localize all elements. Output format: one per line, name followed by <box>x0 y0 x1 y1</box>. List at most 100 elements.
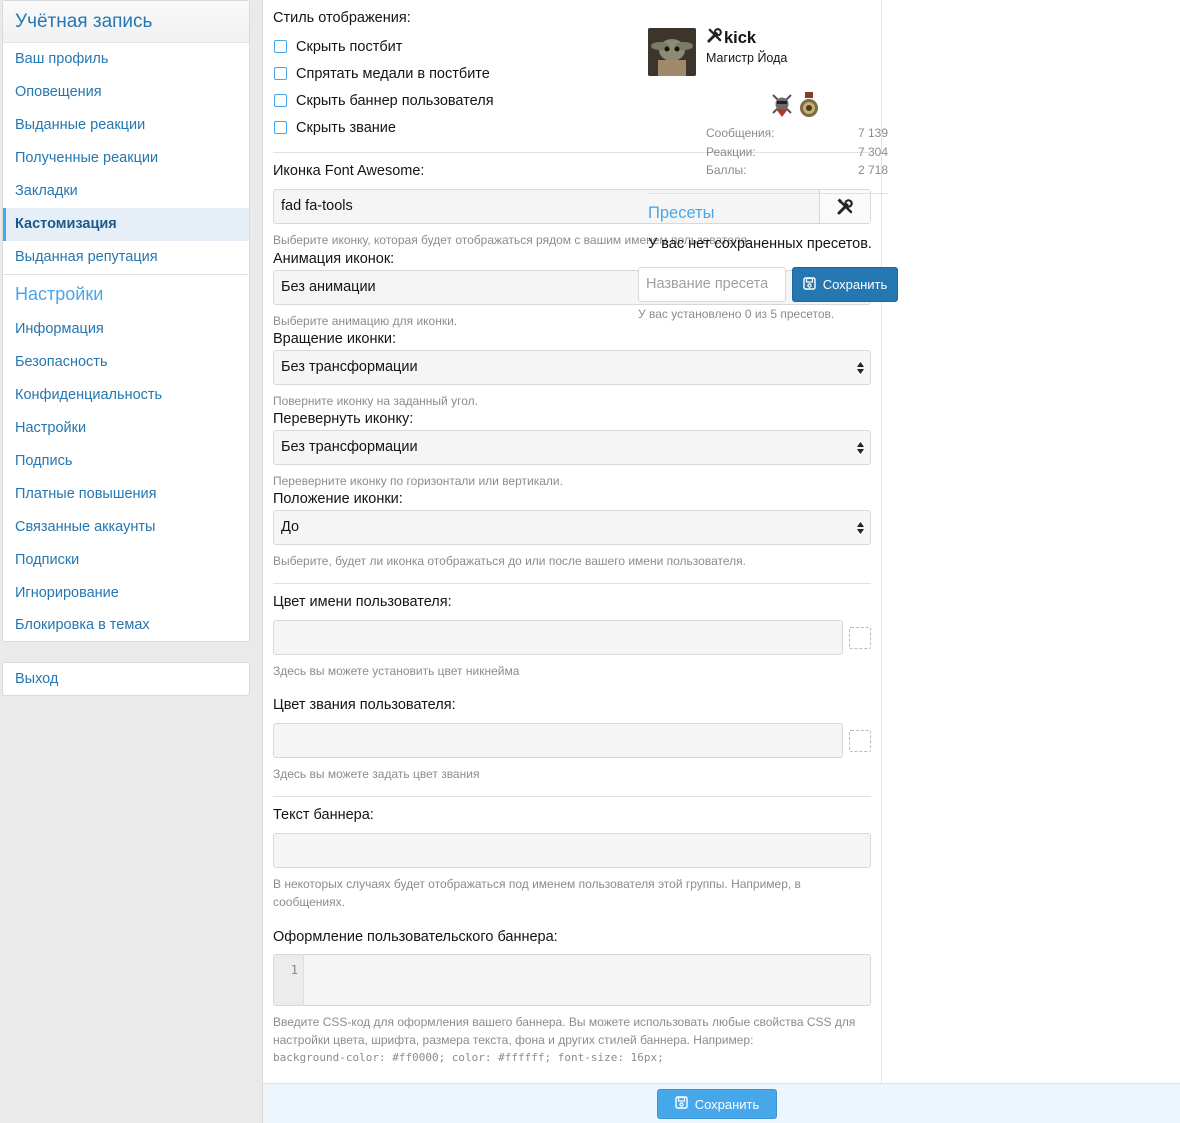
flip-hint: Переверните иконку по горизонтали или ве… <box>273 474 563 488</box>
name-color-input[interactable] <box>273 620 843 655</box>
form-footer: Сохранить <box>263 1083 1180 1123</box>
user-stats: Сообщения: 7 139 Реакции: 7 304 Баллы: 2… <box>706 126 888 182</box>
avatar[interactable] <box>648 28 696 76</box>
banner-text-hint: В некоторых случаях будет отображаться п… <box>273 877 801 909</box>
flip-label: Перевернуть иконку: <box>273 411 414 427</box>
nav-customization[interactable]: Кастомизация <box>3 208 249 241</box>
user-title: Магистр Йода <box>706 51 788 65</box>
banner-style-label: Оформление пользовательского баннера: <box>273 929 558 945</box>
flip-select[interactable]: Без трансформации <box>273 430 871 465</box>
presets-empty-message: У вас нет сохраненных пресетов. <box>648 236 872 252</box>
preset-count-hint: У вас установлено 0 из 5 пресетов. <box>638 307 835 321</box>
nav-connected-accounts[interactable]: Связанные аккаунты <box>3 511 249 544</box>
select-arrows-icon <box>857 362 864 374</box>
nav-thread-bans[interactable]: Блокировка в темах <box>3 610 249 641</box>
checkbox-label: Спрятать медали в постбите <box>296 65 490 82</box>
stat-row-points: Баллы: 2 718 <box>706 163 888 182</box>
icon-input-value: fad fa-tools <box>281 198 353 214</box>
banner-text-label: Текст баннера: <box>273 807 374 823</box>
username-with-icon[interactable]: kick <box>706 27 756 49</box>
divider <box>273 796 871 797</box>
nav-information[interactable]: Информация <box>3 313 249 346</box>
nav-reactions-given[interactable]: Выданные реакции <box>3 109 249 142</box>
nav-preferences[interactable]: Настройки <box>3 412 249 445</box>
position-select[interactable]: До <box>273 510 871 545</box>
medal-order-icon[interactable] <box>798 92 820 123</box>
account-nav-title: Учётная запись <box>3 1 249 43</box>
save-preset-button[interactable]: Сохранить <box>792 267 898 302</box>
animation-label: Анимация иконок: <box>273 251 395 267</box>
checkbox-hide-banner[interactable]: Скрыть баннер пользователя <box>273 87 494 114</box>
nav-ignoring[interactable]: Игнорирование <box>3 577 249 610</box>
stat-label: Сообщения: <box>706 126 775 140</box>
preset-name-input[interactable]: Название пресета <box>638 267 786 302</box>
tools-icon <box>706 27 723 49</box>
name-color-label: Цвет имени пользователя: <box>273 594 452 610</box>
title-color-label: Цвет звания пользователя: <box>273 697 456 713</box>
checkbox-box[interactable] <box>274 121 287 134</box>
title-color-input[interactable] <box>273 723 843 758</box>
account-sidebar: Учётная запись Ваш профиль Оповещения Вы… <box>2 0 250 696</box>
nav-reputation-given[interactable]: Выданная репутация <box>3 241 249 274</box>
banner-style-example: background-color: #ff0000; color: #fffff… <box>273 1051 664 1064</box>
name-color-swatch[interactable] <box>849 627 871 649</box>
checkbox-box[interactable] <box>274 67 287 80</box>
presets-title: Пресеты <box>648 204 715 222</box>
icon-input[interactable]: fad fa-tools <box>273 189 871 224</box>
username: kick <box>724 28 757 47</box>
display-style-options: Скрыть постбит Спрятать медали в постбит… <box>273 33 494 141</box>
nav-security[interactable]: Безопасность <box>3 346 249 379</box>
nav-bookmarks[interactable]: Закладки <box>3 175 249 208</box>
save-icon <box>674 1096 688 1112</box>
nav-alerts[interactable]: Оповещения <box>3 76 249 109</box>
checkbox-hide-title[interactable]: Скрыть звание <box>273 114 494 141</box>
position-label: Положение иконки: <box>273 491 403 507</box>
animation-select-value: Без анимации <box>281 279 376 295</box>
position-select-value: До <box>281 519 300 535</box>
select-arrows-icon <box>857 442 864 454</box>
flip-select-value: Без трансформации <box>281 439 418 455</box>
stat-value: 7 139 <box>857 126 888 140</box>
nav-paid-upgrades[interactable]: Платные повышения <box>3 478 249 511</box>
divider <box>648 193 888 194</box>
stat-value: 2 718 <box>857 163 888 177</box>
save-icon <box>802 276 816 293</box>
nav-reactions-received[interactable]: Полученные реакции <box>3 142 249 175</box>
banner-text-input[interactable] <box>273 833 871 868</box>
stat-label: Баллы: <box>706 163 747 177</box>
account-nav-block: Учётная запись Ваш профиль Оповещения Вы… <box>2 0 250 642</box>
checkbox-label: Скрыть баннер пользователя <box>296 92 494 109</box>
icon-label: Иконка Font Awesome: <box>273 163 425 179</box>
nav-privacy[interactable]: Конфиденциальность <box>3 379 249 412</box>
rotation-label: Вращение иконки: <box>273 331 396 347</box>
nav-your-profile[interactable]: Ваш профиль <box>3 43 249 76</box>
rotation-select[interactable]: Без трансформации <box>273 350 871 385</box>
settings-nav-title: Настройки <box>3 274 249 313</box>
nav-signature[interactable]: Подпись <box>3 445 249 478</box>
position-hint: Выберите, будет ли иконка отображаться д… <box>273 554 746 568</box>
title-color-swatch[interactable] <box>849 730 871 752</box>
divider <box>273 583 871 584</box>
rotation-select-value: Без трансформации <box>281 359 418 375</box>
line-number: 1 <box>274 955 304 1005</box>
nav-logout[interactable]: Выход <box>3 663 249 695</box>
banner-style-editor[interactable]: 1 <box>273 954 871 1006</box>
tools-icon[interactable] <box>819 190 870 223</box>
checkbox-box[interactable] <box>274 94 287 107</box>
stat-row-messages: Сообщения: 7 139 <box>706 126 888 145</box>
checkbox-label: Скрыть постбит <box>296 38 403 55</box>
medals <box>770 92 820 123</box>
select-arrows-icon <box>857 522 864 534</box>
checkbox-label: Скрыть звание <box>296 119 396 136</box>
checkbox-hide-postbit[interactable]: Скрыть постбит <box>273 33 494 60</box>
nav-subscriptions[interactable]: Подписки <box>3 544 249 577</box>
checkbox-box[interactable] <box>274 40 287 53</box>
medal-warrior-icon[interactable] <box>770 92 794 123</box>
save-button[interactable]: Сохранить <box>657 1089 777 1119</box>
save-preset-label: Сохранить <box>822 277 888 292</box>
stat-row-reactions: Реакции: 7 304 <box>706 145 888 164</box>
banner-style-hint: Введите CSS-код для оформления вашего ба… <box>273 1015 856 1047</box>
title-color-hint: Здесь вы можете задать цвет звания <box>273 767 480 781</box>
checkbox-hide-medals[interactable]: Спрятать медали в постбите <box>273 60 494 87</box>
save-button-label: Сохранить <box>694 1096 760 1112</box>
